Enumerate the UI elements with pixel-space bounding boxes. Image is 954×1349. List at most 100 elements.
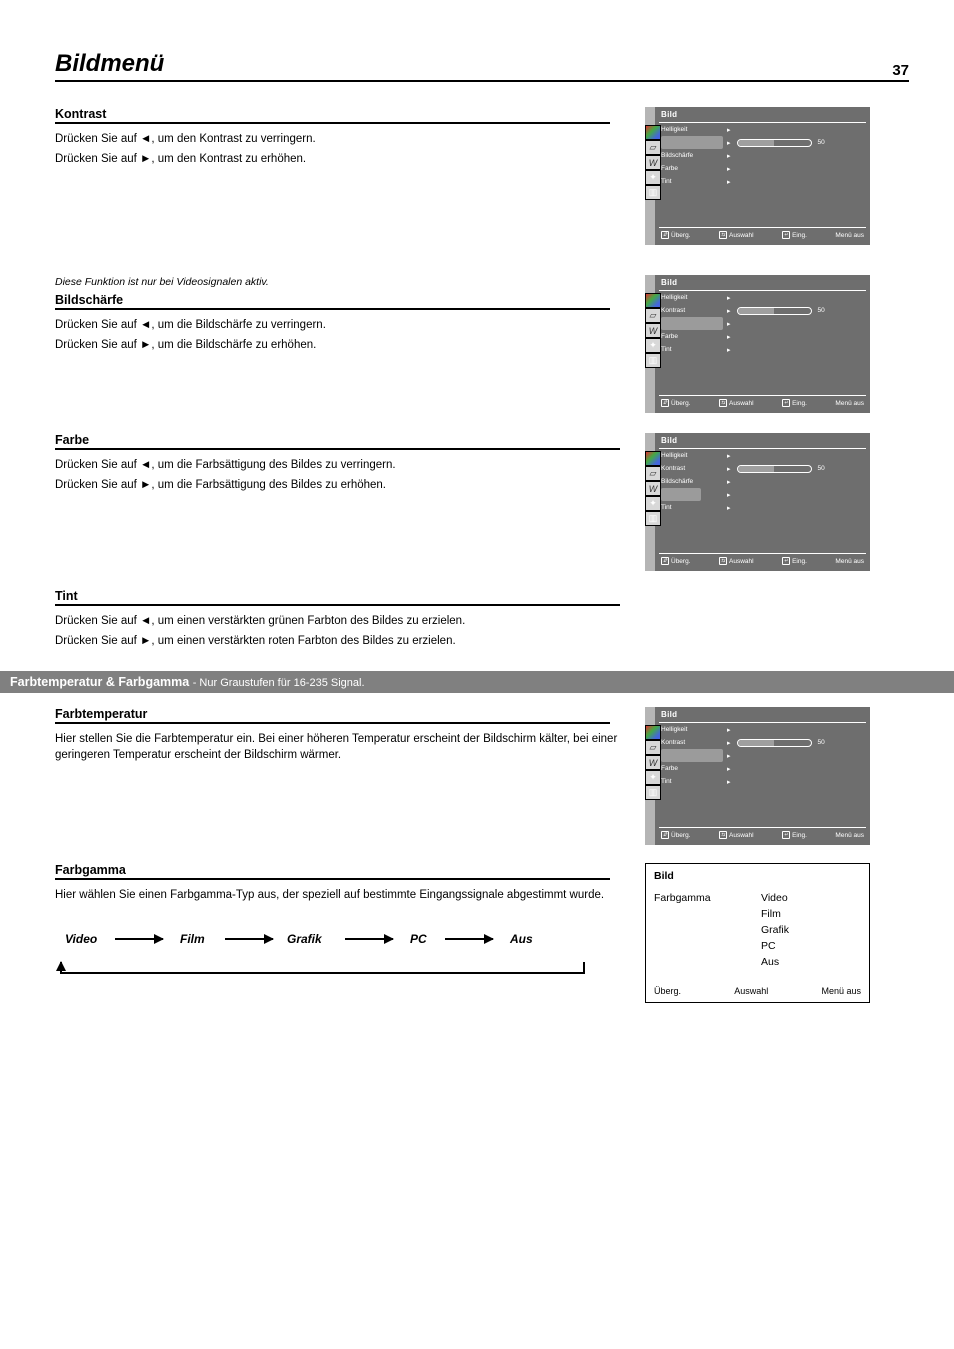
chevron-right-icon: ▸	[727, 320, 731, 328]
chevron-right-icon: ▸	[727, 294, 731, 302]
cycle-item: Video	[65, 932, 97, 946]
footer-label: Auswahl	[729, 400, 754, 407]
tab-geometry-icon: ▱	[645, 140, 661, 155]
footer-label: Auswahl	[729, 232, 754, 239]
osd-row-label: Helligkeit	[661, 452, 723, 459]
footer-label: Überg.	[671, 400, 691, 407]
section-title: Tint	[55, 589, 620, 606]
footer-label: Eing.	[792, 400, 807, 407]
tab-picture-icon	[645, 725, 661, 740]
nav-icon: ↵	[782, 231, 790, 239]
section-bildschaerfe: Diese Funktion ist nur bei Videosignalen…	[55, 275, 909, 413]
tab-options-icon: ▥	[645, 785, 661, 800]
osd-thumbnail-farbe-tint: Bild ▱ W ✦ ▥ Helligkeit▸ Kontrast▸50 Bil…	[645, 433, 870, 571]
return-arrow	[60, 962, 585, 974]
line: Drücken Sie auf ►, um einen verstärkten …	[55, 634, 625, 650]
osd-row-label: Tint	[661, 346, 723, 353]
osd-footer: ⇵Überg. ⇆Auswahl ↵Eing. Menü aus	[659, 553, 866, 568]
osd-row-label: Kontrast	[661, 739, 723, 746]
osd-value-bar	[737, 739, 812, 747]
osd-row-label: Farbe	[661, 333, 723, 340]
cycle-item: Grafik	[287, 932, 322, 946]
tab-options-icon: ▥	[645, 511, 661, 526]
gamma-item-label: Farbgamma	[654, 892, 711, 904]
osd-thumbnail-kontrast: Bild ▱ W ✦ ▥ Helligkeit▸ Kontrast▸50 Bil…	[645, 107, 870, 245]
section-body: Drücken Sie auf ◄, um den Kontrast zu ve…	[55, 132, 625, 167]
osd-selection	[661, 136, 723, 149]
line: Hier wählen Sie einen Farbgamma-Typ aus,…	[55, 888, 625, 904]
gamma-nav: Auswahl	[734, 986, 768, 996]
section-title: Farbtemperatur	[55, 707, 610, 724]
bar-note: - Nur Graustufen für 16-235 Signal.	[193, 677, 365, 689]
osd-footer: ⇵Überg. ⇆Auswahl ↵Eing. Menü aus	[659, 827, 866, 842]
tab-geometry-icon: ▱	[645, 308, 661, 323]
section-title: Kontrast	[55, 107, 610, 124]
bar-title: Farbtemperatur & Farbgamma	[10, 675, 189, 689]
osd-row-label: Farbe	[661, 765, 723, 772]
line: Drücken Sie auf ◄, um die Farbsättigung …	[55, 458, 625, 474]
chevron-right-icon: ▸	[727, 765, 731, 773]
osd-row-label: Tint	[661, 778, 723, 785]
nav-icon: ⇆	[719, 557, 727, 565]
gamma-nav: Menü aus	[821, 986, 861, 996]
tab-install-icon: ✦	[645, 496, 661, 511]
line: Drücken Sie auf ◄, um den Kontrast zu ve…	[55, 132, 625, 148]
osd-footer: ⇵Überg. ⇆Auswahl ↵Eing. Menü aus	[659, 227, 866, 242]
nav-icon: ⇆	[719, 831, 727, 839]
tab-install-icon: ✦	[645, 770, 661, 785]
nav-icon: ⇵	[661, 557, 669, 565]
nav-icon: ⇆	[719, 399, 727, 407]
cycle-item: Aus	[510, 932, 533, 946]
chevron-right-icon: ▸	[727, 139, 731, 147]
osd-footer: ⇵Überg. ⇆Auswahl ↵Eing. Menü aus	[659, 395, 866, 410]
chevron-right-icon: ▸	[727, 491, 731, 499]
osd-row-label: Farbe	[661, 165, 723, 172]
cycle-item: PC	[410, 932, 427, 946]
tab-geometry-icon: ▱	[645, 466, 661, 481]
caption: Diese Funktion ist nur bei Videosignalen…	[55, 275, 625, 289]
value-cycle-diagram: Video Film Grafik PC Aus	[55, 912, 625, 982]
section-title: Farbe	[55, 433, 620, 450]
osd-tabs: ▱ W ✦ ▥	[645, 293, 661, 368]
line: Hier stellen Sie die Farbtemperatur ein.…	[55, 732, 625, 763]
footer-label: Eing.	[792, 232, 807, 239]
line: Drücken Sie auf ◄, um die Bildschärfe zu…	[55, 318, 625, 334]
gamma-value: Aus	[761, 956, 779, 968]
footer-label: Überg.	[671, 558, 691, 565]
section-body: Drücken Sie auf ◄, um die Bildschärfe zu…	[55, 318, 625, 353]
osd-thumbnail-farbtemp: Bild ▱ W ✦ ▥ Helligkeit▸ Kontrast▸50 Bil…	[645, 707, 870, 845]
chevron-right-icon: ▸	[727, 126, 731, 134]
gamma-illustration: Bild Farbgamma Video Film Grafik PC Aus …	[645, 863, 870, 1003]
chevron-right-icon: ▸	[727, 346, 731, 354]
osd-row-label: Helligkeit	[661, 294, 723, 301]
osd-header: Bild	[659, 110, 866, 123]
tab-picture-icon	[645, 293, 661, 308]
osd-header: Bild	[659, 710, 866, 723]
osd-row-label: Helligkeit	[661, 126, 723, 133]
tab-geometry-icon: ▱	[645, 740, 661, 755]
page-title: Bildmenü	[55, 50, 909, 82]
chevron-right-icon: ▸	[727, 165, 731, 173]
line: Drücken Sie auf ►, um die Farbsättigung …	[55, 478, 625, 494]
chevron-right-icon: ▸	[727, 739, 731, 747]
chevron-right-icon: ▸	[727, 178, 731, 186]
tab-install-icon: ✦	[645, 338, 661, 353]
footer-label: Menü aus	[835, 400, 864, 407]
gamma-value: PC	[761, 940, 776, 952]
nav-icon: ↵	[782, 831, 790, 839]
tab-install-icon: ✦	[645, 170, 661, 185]
osd-selection	[661, 317, 723, 330]
osd-thumbnail-bildschaerfe: Bild ▱ W ✦ ▥ Helligkeit▸ Kontrast▸50 Bil…	[645, 275, 870, 413]
osd-selection	[661, 749, 723, 762]
osd-row-label: Helligkeit	[661, 726, 723, 733]
tab-audio-icon: W	[645, 481, 661, 496]
osd-tabs: ▱ W ✦ ▥	[645, 451, 661, 526]
nav-icon: ⇆	[719, 231, 727, 239]
chevron-right-icon: ▸	[727, 752, 731, 760]
line: Drücken Sie auf ►, um die Bildschärfe zu…	[55, 338, 625, 354]
footer-label: Überg.	[671, 232, 691, 239]
arrow-right-icon	[345, 938, 393, 940]
chevron-right-icon: ▸	[727, 333, 731, 341]
footer-label: Eing.	[792, 558, 807, 565]
subsection-bar: Farbtemperatur & Farbgamma - Nur Graustu…	[0, 671, 954, 693]
